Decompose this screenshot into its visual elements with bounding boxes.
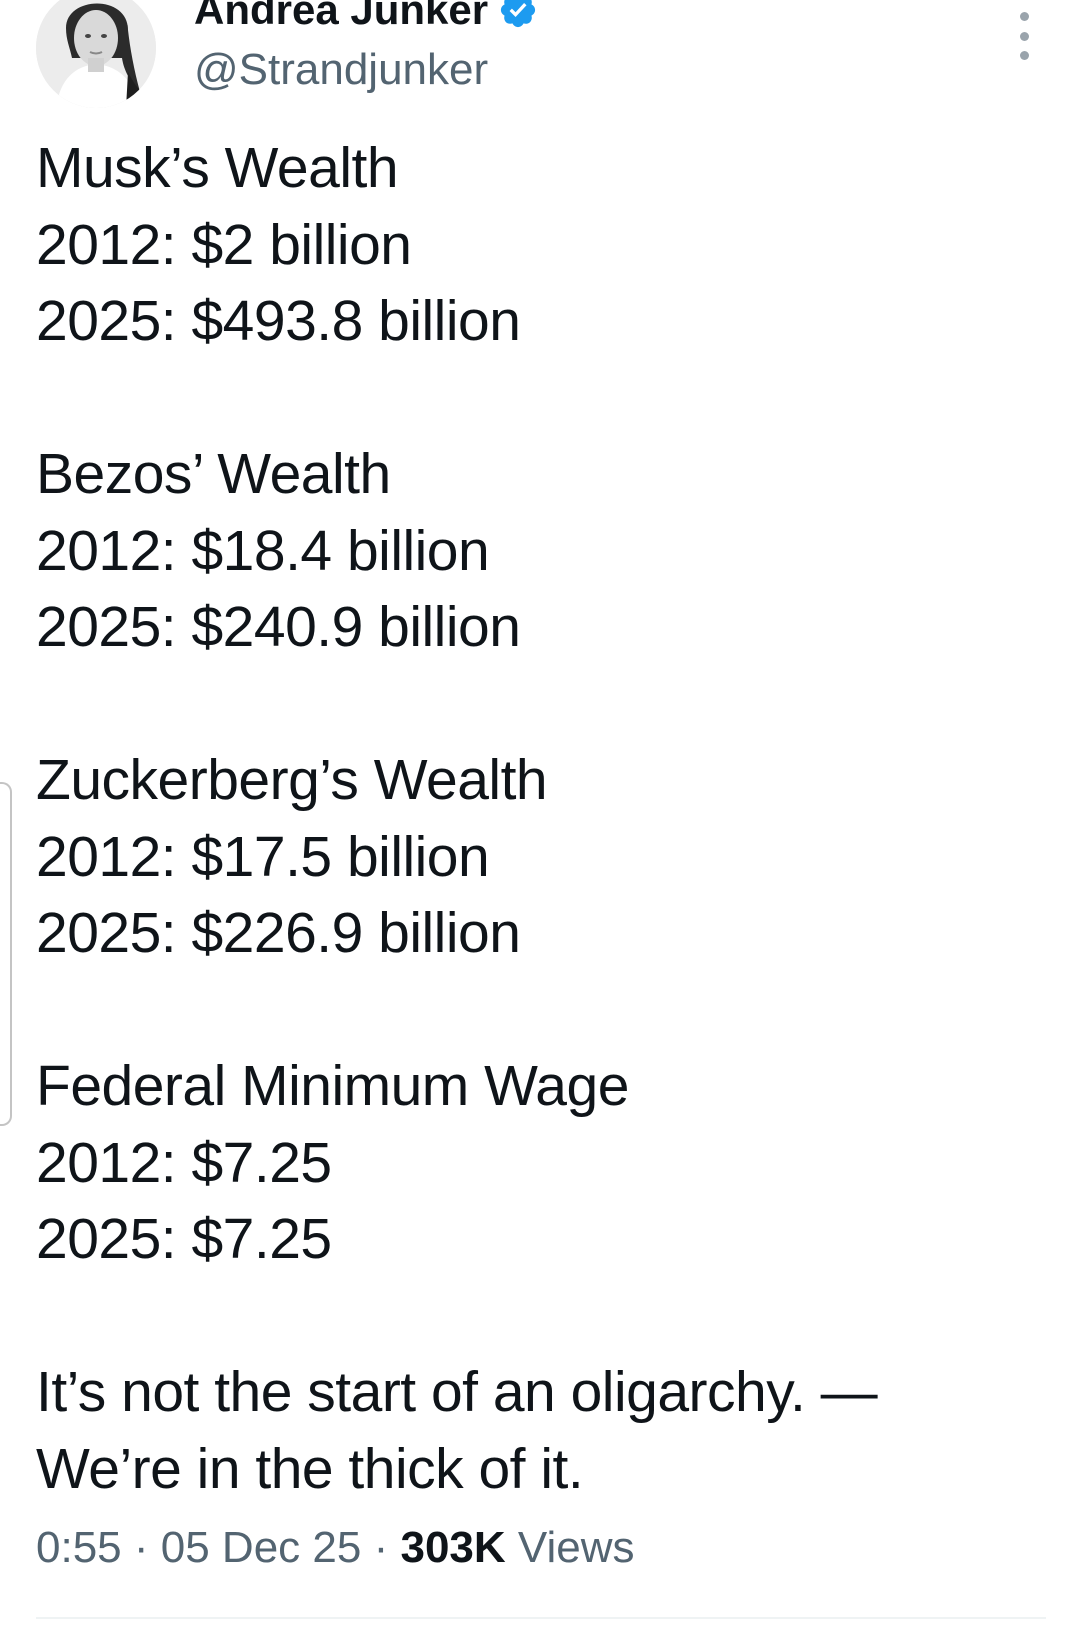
section-heading: Bezos’ Wealth — [36, 442, 391, 506]
author-name-text: Andrea Junker — [194, 0, 489, 33]
wealth-section-bezos: Bezos’ Wealth 2012: $18.4 billion 2025: … — [36, 436, 1056, 666]
section-heading: Federal Minimum Wage — [36, 1054, 629, 1118]
author-handle[interactable]: @Strandjunker — [194, 44, 488, 96]
section-line: 2012: $18.4 billion — [36, 518, 490, 583]
wealth-section-musk: Musk’s Wealth 2012: $2 billion 2025: $49… — [36, 130, 1056, 360]
meta-separator: · — [373, 1523, 389, 1572]
edge-scroll-handle[interactable] — [0, 782, 12, 1126]
more-dot — [1019, 12, 1029, 21]
section-line: 2012: $7.25 — [36, 1130, 332, 1195]
author-display-name[interactable]: Andrea Junker — [194, 0, 538, 34]
section-line: 2025: $240.9 billion — [36, 595, 521, 659]
closing-line: We’re in the thick of it. — [36, 1436, 584, 1501]
closing-statement: It’s not the start of an oligarchy. — We… — [36, 1354, 1056, 1507]
meta-separator: · — [133, 1523, 149, 1572]
minimum-wage-section: Federal Minimum Wage 2012: $7.25 2025: $… — [36, 1048, 1056, 1278]
section-line: 2025: $7.25 — [36, 1207, 332, 1271]
tweet-text: Musk’s Wealth 2012: $2 billion 2025: $49… — [36, 130, 1056, 1507]
section-line: 2012: $17.5 billion — [36, 824, 490, 889]
more-options-icon[interactable] — [1012, 12, 1036, 60]
section-heading: Zuckerberg’s Wealth — [36, 748, 548, 812]
avatar[interactable] — [36, 0, 156, 108]
section-line: 2025: $226.9 billion — [36, 901, 521, 965]
closing-line: It’s not the start of an oligarchy. — — [36, 1360, 878, 1424]
tweet-time[interactable]: 0:55 — [36, 1523, 122, 1572]
more-dot — [1019, 31, 1029, 41]
views-count[interactable]: 303K — [400, 1523, 505, 1572]
section-heading: Musk’s Wealth — [36, 136, 399, 200]
tweet-date[interactable]: 05 Dec 25 — [161, 1523, 362, 1572]
wealth-section-zuckerberg: Zuckerberg’s Wealth 2012: $17.5 billion … — [36, 742, 1056, 972]
tweet-meta: 0:55 · 05 Dec 25 · 303K Views — [36, 1520, 634, 1576]
section-line: 2012: $2 billion — [36, 212, 412, 277]
views-label: Views — [517, 1523, 635, 1572]
section-line: 2025: $493.8 billion — [36, 289, 521, 353]
verified-badge-icon — [498, 0, 538, 30]
divider — [36, 1617, 1046, 1619]
more-dot — [1019, 51, 1029, 60]
avatar-image — [36, 0, 156, 108]
